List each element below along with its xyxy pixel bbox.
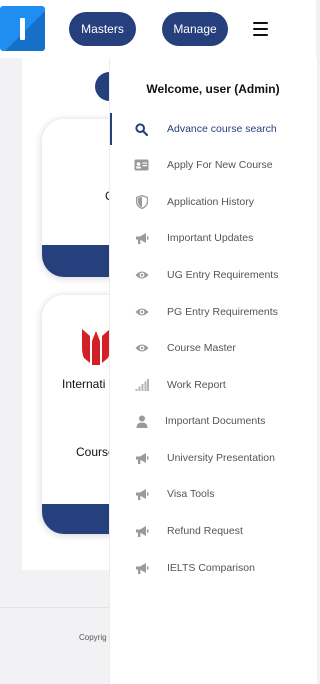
menu-item-label: Application History <box>167 196 254 208</box>
menu-item-label: Apply For New Course <box>167 159 273 171</box>
masters-button[interactable]: Masters <box>69 12 136 46</box>
menu-item-important-documents[interactable]: Important Documents <box>134 411 265 431</box>
menu-item-label: Advance course search <box>167 123 277 135</box>
search-icon <box>134 122 149 136</box>
eye-icon <box>134 268 149 282</box>
megaphone-icon <box>134 451 149 465</box>
menu-item-label: University Presentation <box>167 452 275 464</box>
megaphone-icon <box>134 487 149 501</box>
menu-item-label: PG Entry Requirements <box>167 306 278 318</box>
menu-item-important-updates[interactable]: Important Updates <box>134 228 253 248</box>
menu-item-label: Visa Tools <box>167 488 215 500</box>
top-bar: Masters Manage <box>0 0 316 58</box>
eye-icon <box>134 341 149 355</box>
menu-item-label: Important Documents <box>165 415 266 427</box>
shield-icon <box>134 195 149 209</box>
menu-item-label: Refund Request <box>167 525 243 537</box>
manage-button[interactable]: Manage <box>162 12 228 46</box>
signal-bars-icon <box>134 378 149 392</box>
menu-item-course-master[interactable]: Course Master <box>134 338 236 358</box>
menu-item-refund-request[interactable]: Refund Request <box>134 521 243 541</box>
university-logo <box>82 329 110 365</box>
id-card-icon <box>134 158 149 172</box>
menu-item-work-report[interactable]: Work Report <box>134 375 226 395</box>
app-logo[interactable] <box>0 6 45 51</box>
menu-item-label: Course Master <box>167 342 236 354</box>
megaphone-icon <box>134 231 149 245</box>
logo-mark <box>20 18 25 40</box>
hamburger-menu-icon[interactable] <box>253 19 269 39</box>
menu-item-advance-course-search[interactable]: Advance course search <box>134 119 277 139</box>
side-menu-panel: Welcome, user (Admin) Advance course sea… <box>109 58 317 684</box>
menu-item-ug-entry-requirements[interactable]: UG Entry Requirements <box>134 265 278 285</box>
menu-item-visa-tools[interactable]: Visa Tools <box>134 484 214 504</box>
menu-item-label: IELTS Comparison <box>167 562 255 574</box>
university-name: Internati <box>62 377 106 391</box>
menu-item-application-history[interactable]: Application History <box>134 192 254 212</box>
welcome-text: Welcome, user (Admin) <box>146 82 280 96</box>
menu-item-pg-entry-requirements[interactable]: PG Entry Requirements <box>134 302 278 322</box>
megaphone-icon <box>134 561 149 575</box>
copyright-text: Copyrig <box>79 633 107 642</box>
active-indicator <box>110 113 112 145</box>
menu-item-label: Important Updates <box>167 232 254 244</box>
menu-item-label: UG Entry Requirements <box>167 269 279 281</box>
eye-icon <box>134 305 149 319</box>
menu-item-ielts-comparison[interactable]: IELTS Comparison <box>134 558 255 578</box>
menu-item-apply-for-new-course[interactable]: Apply For New Course <box>134 155 273 175</box>
user-icon <box>134 414 149 428</box>
menu-item-label: Work Report <box>167 379 226 391</box>
megaphone-icon <box>134 524 149 538</box>
menu-item-university-presentation[interactable]: University Presentation <box>134 448 275 468</box>
